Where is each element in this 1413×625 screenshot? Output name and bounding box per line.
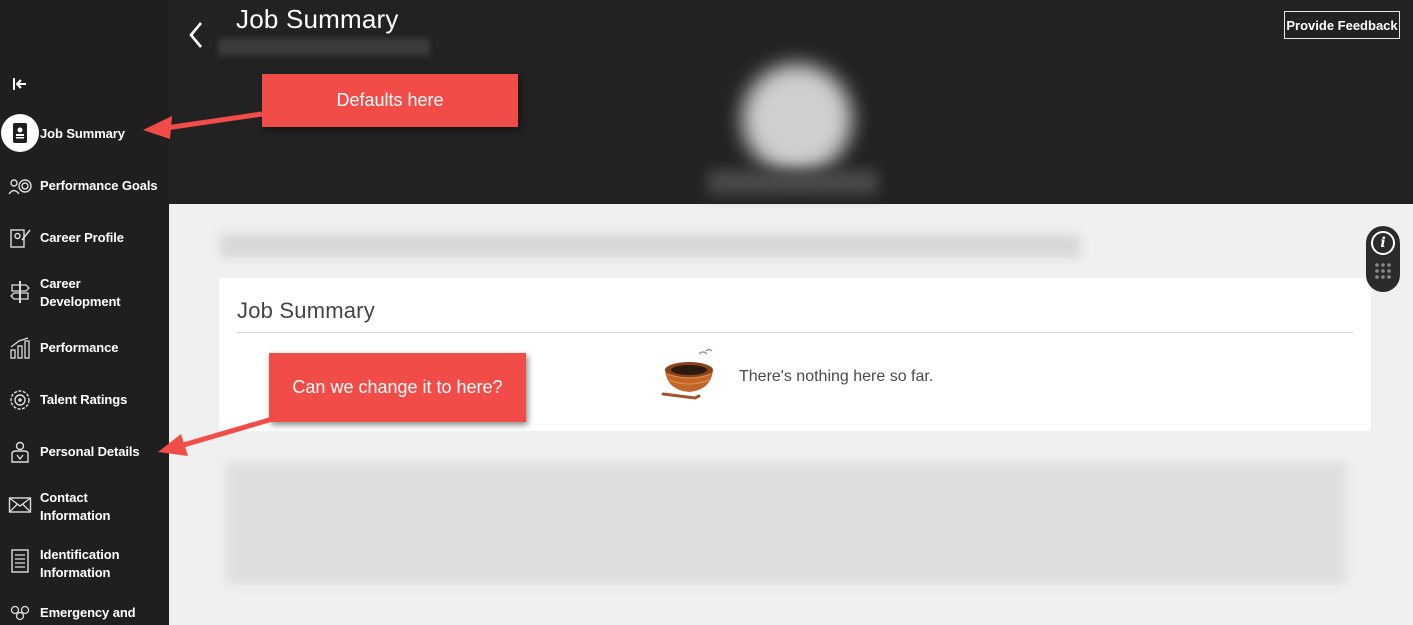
- redacted-name: [708, 170, 878, 194]
- target-goals-icon: [6, 172, 34, 200]
- sidebar-item-label: Job Summary: [40, 126, 125, 141]
- document-lines-icon: [6, 547, 34, 575]
- redacted-subtitle: [218, 38, 430, 56]
- award-medal-icon: [6, 386, 34, 414]
- back-arrow-icon[interactable]: [186, 20, 206, 50]
- annotation-callout-change: Can we change it to here?: [269, 353, 526, 422]
- sidebar-item-personal-details[interactable]: Personal Details: [0, 438, 169, 466]
- sidebar-item-label: Personal Details: [40, 444, 140, 459]
- sidebar-item-label: Emergency and: [40, 605, 136, 620]
- sidebar-item-contact-information[interactable]: Contact Information: [0, 486, 169, 526]
- side-tools-panel: i: [1366, 226, 1400, 292]
- sidebar-item-label: Performance: [40, 340, 119, 355]
- sidebar-item-label: Career Profile: [40, 230, 124, 245]
- id-badge-icon: [1, 114, 39, 152]
- sidebar-item-performance-goals[interactable]: Performance Goals: [0, 172, 169, 200]
- collapse-sidebar-icon[interactable]: [10, 74, 30, 94]
- sidebar-item-label: Contact Information: [40, 490, 111, 523]
- avatar: [742, 64, 852, 174]
- sidebar-item-career-development[interactable]: Career Development: [0, 272, 169, 312]
- sidebar-item-label: Career Development: [40, 276, 121, 309]
- person-badge-icon: [6, 438, 34, 466]
- page-title: Job Summary: [236, 4, 399, 34]
- sidebar-item-talent-ratings[interactable]: Talent Ratings: [0, 386, 169, 414]
- sidebar-item-label: Talent Ratings: [40, 392, 128, 407]
- redacted-banner: [220, 234, 1080, 258]
- signpost-icon: [6, 278, 34, 306]
- sidebar: Job Summary Performance Goals Career Pro…: [0, 0, 169, 625]
- envelope-icon: [6, 491, 34, 519]
- sidebar-item-job-summary[interactable]: Job Summary: [0, 112, 169, 154]
- bar-chart-icon: [6, 334, 34, 362]
- empty-state-message: There's nothing here so far.: [739, 368, 934, 385]
- info-icon[interactable]: i: [1371, 231, 1395, 255]
- apps-grid-icon[interactable]: [1374, 262, 1392, 280]
- sidebar-item-label: Performance Goals: [40, 178, 158, 193]
- redacted-content: [226, 462, 1346, 584]
- annotation-callout-defaults: Defaults here: [262, 74, 518, 127]
- sidebar-item-identification-information[interactable]: Identification Information: [0, 543, 169, 583]
- people-group-icon: [6, 600, 34, 625]
- divider: [237, 332, 1353, 333]
- career-profile-icon: [6, 224, 34, 252]
- card-title: Job Summary: [237, 298, 375, 323]
- sidebar-item-performance[interactable]: Performance: [0, 334, 169, 362]
- sidebar-item-career-profile[interactable]: Career Profile: [0, 224, 169, 252]
- provide-feedback-button[interactable]: Provide Feedback: [1284, 11, 1400, 39]
- empty-nest-icon: [659, 346, 719, 402]
- sidebar-item-emergency[interactable]: Emergency and: [0, 600, 169, 625]
- sidebar-item-label: Identification Information: [40, 547, 120, 580]
